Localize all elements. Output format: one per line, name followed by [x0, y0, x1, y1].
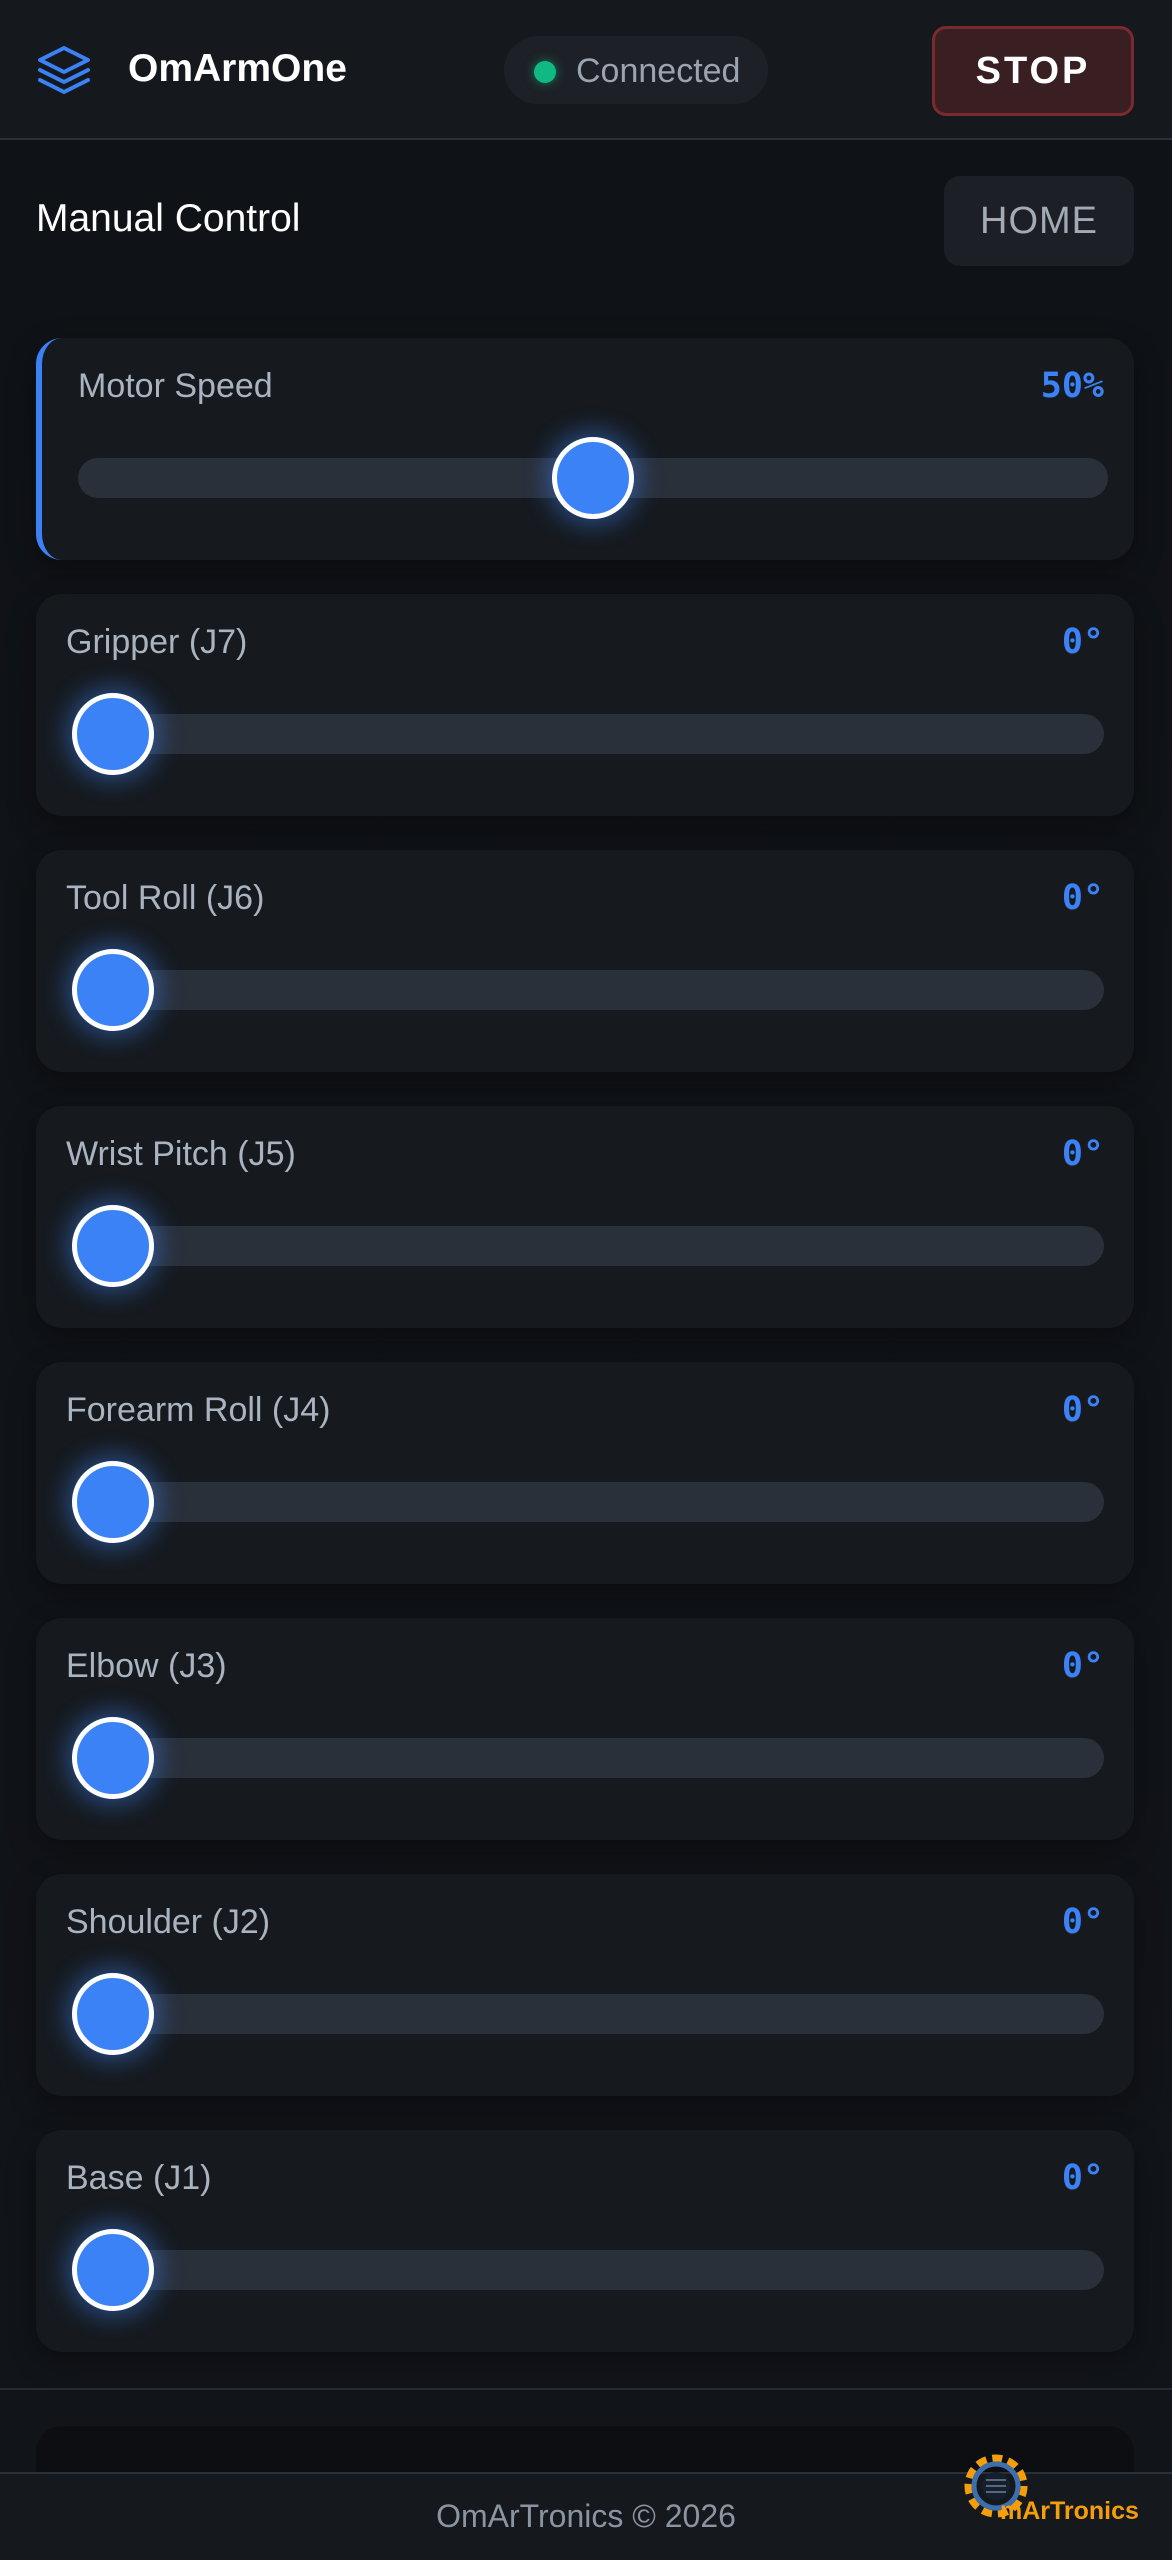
connection-status-label: Connected [576, 52, 741, 90]
slider-thumb[interactable] [72, 949, 154, 1031]
control-value: 0° [1061, 1134, 1104, 1174]
slider-thumb[interactable] [72, 1461, 154, 1543]
base-slider[interactable] [72, 2229, 1104, 2311]
control-label: Tool Roll (J6) [66, 879, 265, 917]
motor-speed-slider[interactable] [78, 437, 1108, 519]
control-value: 0° [1061, 2158, 1104, 2198]
slider-thumb[interactable] [72, 1717, 154, 1799]
control-label: Elbow (J3) [66, 1647, 227, 1685]
control-label: Gripper (J7) [66, 623, 248, 661]
gripper-slider[interactable] [72, 693, 1104, 775]
control-value: 0° [1061, 878, 1104, 918]
control-label: Base (J1) [66, 2159, 212, 2197]
status-dot-icon [534, 61, 556, 83]
brand-logo-text: mArTronics [1000, 2497, 1139, 2525]
control-card-motor-speed: Motor Speed 50% [36, 338, 1134, 560]
control-label: Forearm Roll (J4) [66, 1391, 331, 1429]
control-card-base: Base (J1) 0° [36, 2130, 1134, 2352]
control-card-wrist-pitch: Wrist Pitch (J5) 0° [36, 1106, 1134, 1328]
page-title: Manual Control [36, 197, 301, 240]
app-header: OmArmOne Connected STOP [0, 0, 1172, 140]
tool-roll-slider[interactable] [72, 949, 1104, 1031]
connection-status: Connected [504, 36, 768, 104]
elbow-slider[interactable] [72, 1717, 1104, 1799]
control-value: 0° [1061, 1902, 1104, 1942]
forearm-roll-slider[interactable] [72, 1461, 1104, 1543]
control-value: 0° [1061, 1646, 1104, 1686]
control-label: Motor Speed [78, 367, 273, 405]
control-card-shoulder: Shoulder (J2) 0° [36, 1874, 1134, 2096]
app-title: OmArmOne [128, 47, 347, 90]
control-card-elbow: Elbow (J3) 0° [36, 1618, 1134, 1840]
slider-thumb[interactable] [72, 2229, 154, 2311]
control-label: Wrist Pitch (J5) [66, 1135, 296, 1173]
wrist-pitch-slider[interactable] [72, 1205, 1104, 1287]
control-value: 50% [1040, 366, 1104, 406]
slider-thumb[interactable] [72, 693, 154, 775]
control-label: Shoulder (J2) [66, 1903, 271, 1941]
control-value: 0° [1061, 622, 1104, 662]
control-card-tool-roll: Tool Roll (J6) 0° [36, 850, 1134, 1072]
slider-thumb[interactable] [552, 437, 634, 519]
control-value: 0° [1061, 1390, 1104, 1430]
layers-icon [38, 46, 90, 94]
control-card-gripper: Gripper (J7) 0° [36, 594, 1134, 816]
slider-thumb[interactable] [72, 1205, 154, 1287]
stop-button[interactable]: STOP [932, 26, 1134, 116]
slider-thumb[interactable] [72, 1973, 154, 2055]
divider [0, 2388, 1172, 2390]
shoulder-slider[interactable] [72, 1973, 1104, 2055]
home-button[interactable]: HOME [944, 176, 1134, 266]
control-card-forearm-roll: Forearm Roll (J4) 0° [36, 1362, 1134, 1584]
